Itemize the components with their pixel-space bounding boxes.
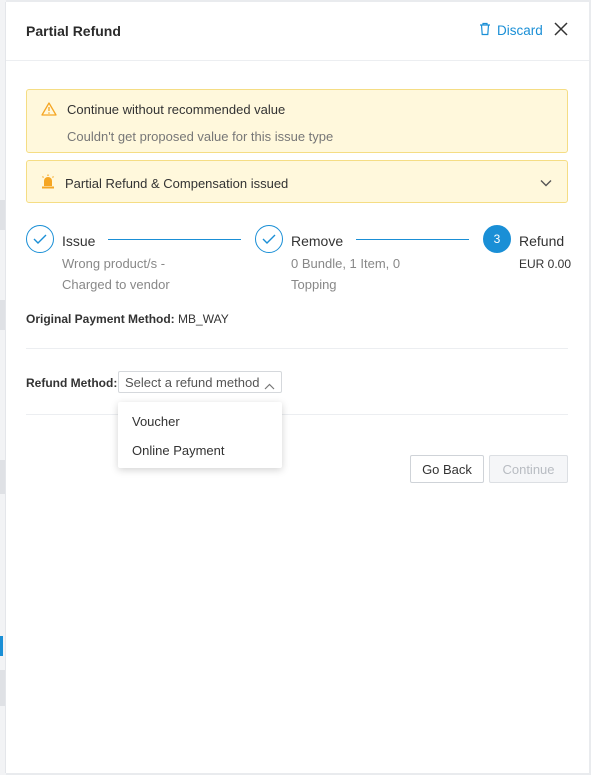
step-refund-label: Refund xyxy=(519,233,565,249)
step-issue-desc-line2: Charged to vendor xyxy=(62,277,170,292)
step-refund-number: 3 xyxy=(483,225,511,253)
background-fragment xyxy=(0,636,3,656)
option-voucher[interactable]: Voucher xyxy=(132,414,180,429)
partial-refund-panel: Partial Refund Discard Continue without … xyxy=(5,2,589,773)
close-icon[interactable] xyxy=(554,22,570,38)
step-issue-check-icon xyxy=(26,225,54,253)
warning-icon xyxy=(41,102,57,119)
step-remove-desc: 0 Bundle, 1 Item, 0 Topping xyxy=(291,253,400,295)
chevron-down-icon[interactable] xyxy=(540,175,552,190)
discard-label: Discard xyxy=(497,23,543,38)
divider xyxy=(26,414,568,415)
compensation-alert[interactable]: Partial Refund & Compensation issued xyxy=(26,160,568,203)
step-issue-label: Issue xyxy=(62,233,96,249)
warning-detail: Couldn't get proposed value for this iss… xyxy=(67,129,334,144)
refund-method-placeholder: Select a refund method xyxy=(125,374,260,390)
panel-header: Partial Refund Discard xyxy=(6,2,589,61)
original-payment-method: Original Payment Method: MB_WAY xyxy=(26,312,229,326)
step-remove-label: Remove xyxy=(291,233,344,249)
refund-method-label: Refund Method: xyxy=(26,376,118,390)
step-remove-check-icon xyxy=(255,225,283,253)
siren-icon xyxy=(41,174,55,193)
divider xyxy=(26,348,568,349)
go-back-button[interactable]: Go Back xyxy=(410,455,484,483)
trash-icon xyxy=(479,22,491,39)
page-title: Partial Refund xyxy=(26,23,121,39)
step-connector xyxy=(108,239,241,240)
step-refund-amount: EUR 0.00 xyxy=(519,257,572,271)
warning-title: Continue without recommended value xyxy=(67,102,286,117)
original-payment-value: MB_WAY xyxy=(178,312,229,326)
refund-method-select[interactable]: Select a refund method xyxy=(118,371,282,393)
step-issue-desc: Wrong product/s - Charged to vendor xyxy=(62,253,170,295)
discard-button[interactable]: Discard xyxy=(479,22,543,39)
option-online-payment[interactable]: Online Payment xyxy=(132,443,225,458)
step-connector xyxy=(356,239,469,240)
chevron-up-icon xyxy=(264,378,275,393)
step-issue-desc-line1: Wrong product/s - xyxy=(62,256,166,271)
continue-button[interactable]: Continue xyxy=(489,455,568,483)
step-remove-desc-line1: 0 Bundle, 1 Item, 0 xyxy=(291,256,401,271)
warning-alert: Continue without recommended value Could… xyxy=(26,89,568,153)
refund-method-dropdown: Voucher Online Payment xyxy=(118,402,282,468)
original-payment-label: Original Payment Method: xyxy=(26,312,175,326)
compensation-title: Partial Refund & Compensation issued xyxy=(65,176,289,191)
step-remove-desc-line2: Topping xyxy=(291,277,337,292)
